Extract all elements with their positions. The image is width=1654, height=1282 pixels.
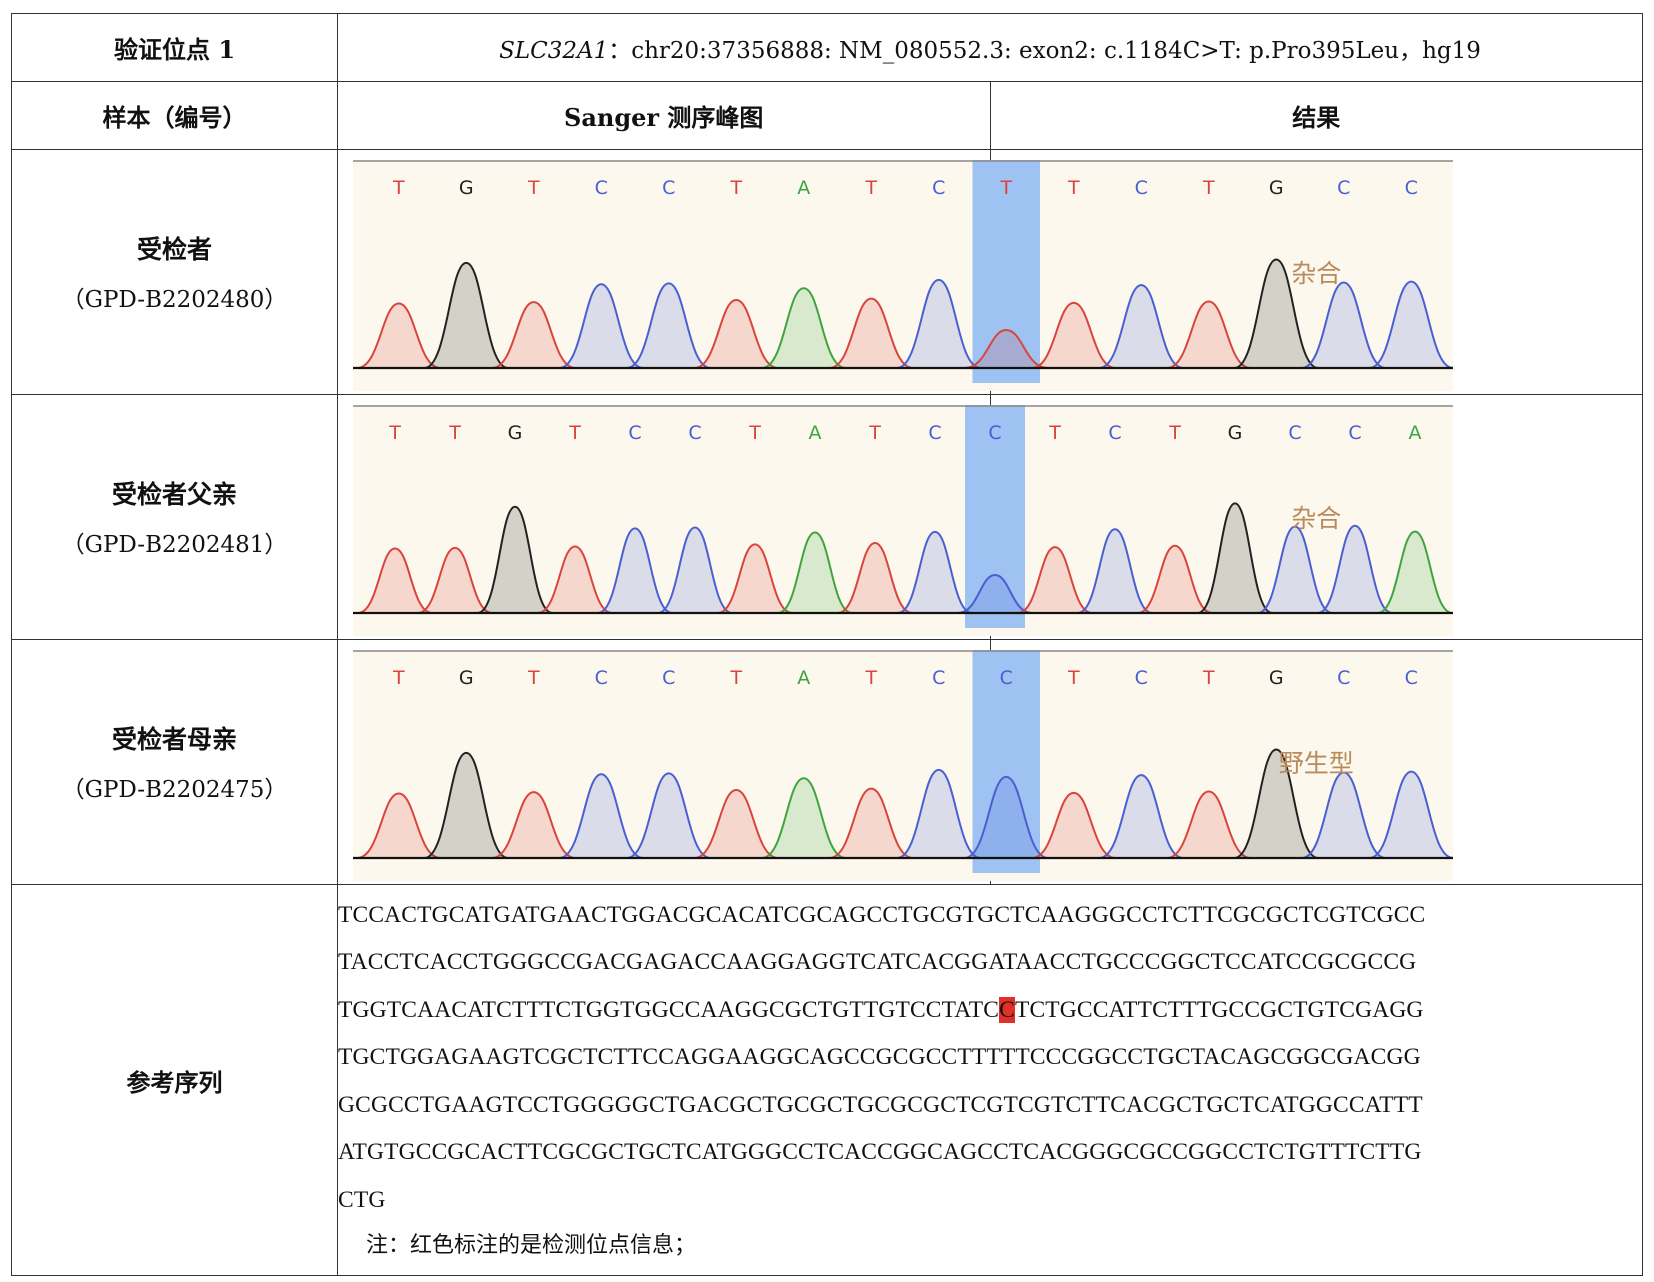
reference-row: 参考序列 TCCACTGCATGATGAACTGGACGCACATCGCAGCC…	[11, 884, 1643, 1276]
base-call-label: T	[1202, 667, 1215, 689]
base-call-label: T	[864, 177, 877, 199]
sample-id: （GPD-B2202480）	[61, 287, 288, 313]
base-call-label: T	[568, 422, 581, 444]
result-father: 杂合	[1291, 504, 1342, 533]
base-call-label: C	[1348, 422, 1361, 444]
gene-name: SLC32A1	[499, 37, 609, 64]
base-call-label: C	[988, 422, 1001, 444]
result-column-header: 结果	[989, 81, 1643, 150]
sample-label: 受检者母亲 （GPD-B2202475）	[11, 639, 338, 885]
annotation-note: 注：红色标注的是检测位点信息；	[366, 1233, 697, 1259]
base-call-label: C	[932, 667, 945, 689]
chromatogram-cell: TTGTCCTATCCTCTGCCA	[337, 394, 1453, 640]
base-call-label: A	[797, 667, 810, 689]
locus-info: SLC32A1：chr20:37356888: NM_080552.3: exo…	[337, 13, 1643, 82]
base-call-label: G	[1269, 177, 1284, 199]
base-call-label: C	[662, 177, 675, 199]
sequence-segment: TGGTCAACATCTTTCTGGTGGCCAAGGCGCTGTTGTCCTA…	[338, 996, 1000, 1023]
base-call-label: T	[868, 422, 881, 444]
base-call-label: T	[748, 422, 761, 444]
base-call-label: C	[595, 667, 608, 689]
base-call-label: C	[1337, 667, 1350, 689]
locus-row: 验证位点 1 SLC32A1：chr20:37356888: NM_080552…	[11, 13, 1643, 82]
base-call-label: C	[1405, 667, 1418, 689]
sequence-line: CTG	[338, 1186, 386, 1213]
base-call-label: G	[508, 422, 523, 444]
base-call-label: T	[729, 667, 742, 689]
base-call-label: T	[448, 422, 461, 444]
sequence-segment: TCTGCCATTCTTTGCCGCTGTCGAGG	[1014, 996, 1424, 1023]
base-call-label: C	[1135, 177, 1148, 199]
base-call-label: A	[809, 422, 822, 444]
base-call-label: C	[932, 177, 945, 199]
base-call-label: A	[797, 177, 810, 199]
base-call-label: T	[1067, 667, 1080, 689]
base-call-label: A	[1409, 422, 1422, 444]
base-call-label: T	[388, 422, 401, 444]
base-call-label: C	[628, 422, 641, 444]
base-call-label: T	[999, 177, 1012, 199]
chromatogram-cell: TGTCCTATCCTCTGCC	[337, 639, 1453, 885]
chromatogram-column-header: Sanger 测序峰图	[337, 81, 991, 150]
base-call-label: T	[729, 177, 742, 199]
base-call-label: T	[864, 667, 877, 689]
base-call-label: G	[1228, 422, 1243, 444]
base-call-label: C	[595, 177, 608, 199]
sample-name: 受检者	[136, 235, 212, 264]
chromatogram-cell: TGTCCTATCTTCTGCC	[337, 149, 1453, 395]
sample-id: （GPD-B2202481）	[61, 532, 288, 558]
sequence-line: TGCTGGAGAAGTCGCTCTTCCAGGAAGGCAGCCGCGCCTT…	[338, 1044, 1421, 1071]
sample-name: 受检者父亲	[111, 480, 237, 509]
result-proband: 杂合	[1291, 259, 1342, 288]
sequence-line: GCGCCTGAAGTCCTGGGGGCTGACGCTGCGCTGCGCGCTC…	[338, 1091, 1423, 1118]
base-call-label: T	[392, 667, 405, 689]
base-call-label: T	[527, 667, 540, 689]
chromatogram-proband: TGTCCTATCTTCTGCC	[353, 159, 1453, 391]
base-call-label: G	[459, 177, 474, 199]
base-call-label: C	[662, 667, 675, 689]
base-call-label: C	[1405, 177, 1418, 199]
base-call-label: C	[1000, 667, 1013, 689]
column-header-row: 样本（编号） Sanger 测序峰图 结果	[11, 81, 1643, 150]
base-call-label: C	[928, 422, 941, 444]
base-call-label: C	[1288, 422, 1301, 444]
chromatogram-father: TTGTCCTATCCTCTGCCA	[353, 404, 1453, 636]
base-call-label: G	[1269, 667, 1284, 689]
sample-id: （GPD-B2202475）	[61, 777, 288, 803]
base-call-label: C	[1135, 667, 1148, 689]
locus-label: 验证位点 1	[11, 13, 338, 82]
reference-label: 参考序列	[11, 884, 338, 1276]
base-call-label: C	[1337, 177, 1350, 199]
base-call-label: T	[1067, 177, 1080, 199]
sample-name: 受检者母亲	[111, 725, 237, 754]
result-mother: 野生型	[1278, 749, 1354, 778]
sequence-line: TACCTCACCTGGGCCGACGAGACCAAGGAGGTCATCACGG…	[338, 949, 1417, 976]
sample-row: 受检者父亲 （GPD-B2202481） TTGTCCTATCCTCTGCCA …	[11, 394, 1643, 640]
base-call-label: T	[1202, 177, 1215, 199]
base-call-label: C	[1108, 422, 1121, 444]
reference-sequence: TCCACTGCATGATGAACTGGACGCACATCGCAGCCTGCGT…	[337, 884, 1643, 1276]
sequence-line: TCCACTGCATGATGAACTGGACGCACATCGCAGCCTGCGT…	[338, 901, 1426, 928]
base-call-label: T	[527, 177, 540, 199]
sample-row: 受检者母亲 （GPD-B2202475） T G T C C T A T C C T C T G C C 野生…	[11, 639, 1643, 885]
base-call-label: G	[459, 667, 474, 689]
verification-table: 验证位点 1 SLC32A1：chr20:37356888: NM_080552…	[11, 13, 1643, 1276]
variant-site-marker: C	[999, 996, 1015, 1023]
sample-label: 受检者父亲 （GPD-B2202481）	[11, 394, 338, 640]
base-call-label: T	[392, 177, 405, 199]
sequence-line: TGGTCAACATCTTTCTGGTGGCCAAGGCGCTGTTGTCCTA…	[338, 987, 1642, 1035]
sequence-line: ATGTGCCGCACTTCGCGCTGCTCATGGGCCTCACCGGCAG…	[338, 1139, 1422, 1166]
variant-detail: ：chr20:37356888: NM_080552.3: exon2: c.1…	[608, 37, 1481, 64]
base-call-label: T	[1048, 422, 1061, 444]
base-call-label: T	[1168, 422, 1181, 444]
sample-column-header: 样本（编号）	[11, 81, 338, 150]
sample-row: 受检者 （GPD-B2202480） T G T C C T A T C T T C T G C C 杂合	[11, 149, 1643, 395]
base-call-label: C	[688, 422, 701, 444]
sample-label: 受检者 （GPD-B2202480）	[11, 149, 338, 395]
